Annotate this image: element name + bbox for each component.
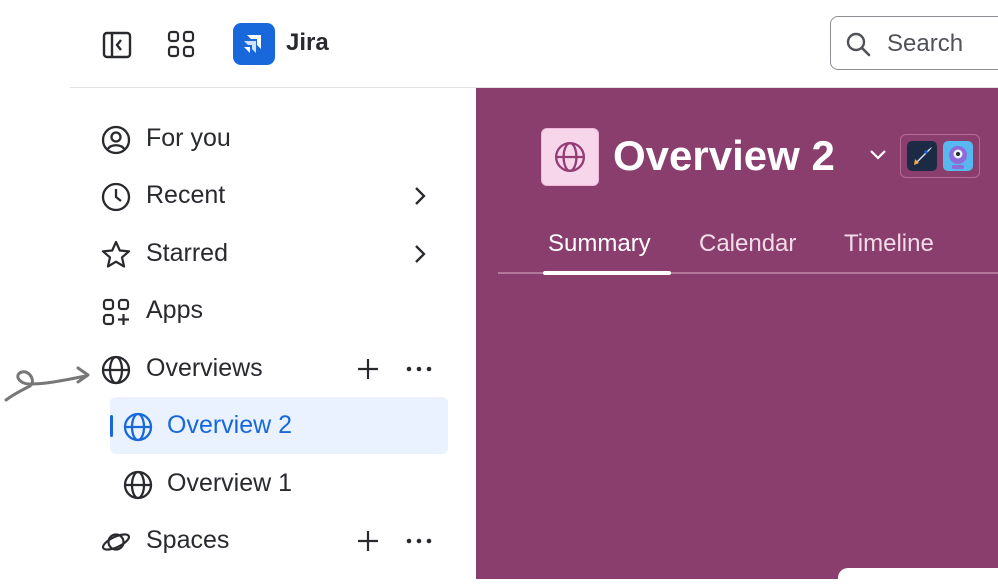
app-switcher-icon[interactable] [166,29,196,59]
apps-icon [101,297,131,327]
rocket-avatar-icon [907,141,937,171]
sidebar-item-label: Spaces [146,526,230,554]
more-options-icon[interactable] [405,357,433,386]
project-overview-panel: Overview 2 Summary Calendar Timeline [476,88,998,579]
add-overview-button[interactable] [356,357,380,386]
active-tab-indicator [543,271,671,275]
sidebar-item-label: Overview 1 [167,469,293,497]
search-placeholder: Search [887,30,964,57]
sidebar-item-label: For you [146,124,231,152]
avatar-group[interactable] [900,134,980,178]
sidebar-item-overview-1[interactable]: Overview 1 [70,459,474,509]
search-icon [845,31,871,62]
add-space-button[interactable] [356,529,380,558]
chevron-right-icon[interactable] [410,242,430,271]
tab-bar: Summary Calendar Timeline [498,228,998,275]
tab-calendar[interactable]: Calendar [699,230,796,258]
globe-icon [101,355,131,385]
planet-icon [101,527,131,557]
tab-summary[interactable]: Summary [548,230,651,258]
content-card-edge [838,568,998,588]
star-icon [101,240,131,270]
app-name[interactable]: Jira [286,29,329,57]
chevron-down-icon[interactable] [868,148,888,167]
sidebar-item-label: Recent [146,181,226,209]
clock-icon [101,182,131,212]
sidebar-item-for-you[interactable]: For you [70,114,474,164]
sidebar-item-recent[interactable]: Recent [70,171,474,221]
sidebar-item-label: Overviews [146,354,263,382]
sidebar-item-label: Apps [146,296,203,324]
person-circle-icon [101,125,131,155]
sidebar-item-overviews[interactable]: Overviews [70,344,474,394]
sidebar: For you Recent Starred Apps Overviews Ov… [70,88,474,579]
sidebar-item-label: Starred [146,239,228,267]
sidebar-toggle-icon[interactable] [101,30,133,60]
sidebar-item-apps[interactable]: Apps [70,286,474,336]
globe-icon[interactable] [541,128,599,186]
tab-timeline[interactable]: Timeline [844,230,934,258]
globe-icon [123,470,153,500]
sidebar-item-starred[interactable]: Starred [70,229,474,279]
robot-avatar-icon [943,141,973,171]
sidebar-item-spaces[interactable]: Spaces [70,516,474,566]
globe-icon [123,412,153,442]
page-title[interactable]: Overview 2 [613,132,835,180]
sidebar-item-overview-2[interactable]: Overview 2 [70,401,474,451]
sidebar-item-label: Overview 2 [167,411,293,439]
hand-drawn-arrow-annotation [0,358,100,413]
more-options-icon[interactable] [405,529,433,558]
jira-logo-icon[interactable] [233,23,275,65]
search-input[interactable]: Search [830,16,998,70]
chevron-right-icon[interactable] [410,184,430,213]
